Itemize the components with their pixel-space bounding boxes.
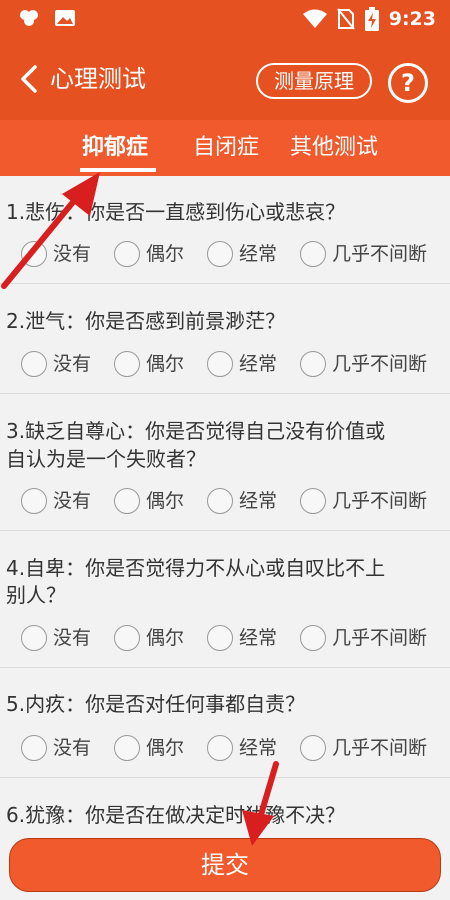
divider: [0, 393, 450, 394]
question-6-text: 6.犹豫：你是否在做决定时犹豫不决？: [6, 803, 346, 827]
option-label: 几乎不间断: [332, 737, 428, 759]
divider: [0, 283, 450, 284]
q4-option-almost-constant[interactable]: 几乎不间断: [300, 625, 427, 651]
option-label: 没有: [53, 353, 92, 375]
radio-button[interactable]: [114, 241, 140, 267]
question-4-text-line2: 别人？: [6, 583, 66, 607]
option-label: 经常: [239, 353, 278, 375]
q5-option-occasionally[interactable]: 偶尔: [114, 735, 184, 761]
radio-button[interactable]: [114, 625, 140, 651]
q3-option-often[interactable]: 经常: [207, 488, 277, 514]
q1-option-almost-constant[interactable]: 几乎不间断: [300, 241, 427, 267]
tab-depression[interactable]: 抑郁症: [82, 134, 148, 162]
no-sim-icon: [336, 8, 355, 30]
q5-option-almost-constant[interactable]: 几乎不间断: [300, 735, 427, 761]
radio-button[interactable]: [21, 488, 47, 514]
divider: [0, 530, 450, 531]
measurement-principle-button[interactable]: 测量原理: [256, 63, 372, 99]
radio-button[interactable]: [207, 625, 233, 651]
option-label: 几乎不间断: [332, 627, 428, 649]
radio-button[interactable]: [21, 625, 47, 651]
q1-option-often[interactable]: 经常: [207, 241, 277, 267]
q2-option-often[interactable]: 经常: [207, 351, 277, 377]
radio-button[interactable]: [21, 351, 47, 377]
option-label: 经常: [239, 627, 278, 649]
radio-button[interactable]: [207, 351, 233, 377]
option-label: 偶尔: [146, 737, 185, 759]
question-1-text: 1.悲伤：你是否一直感到伤心或悲哀？: [6, 200, 346, 224]
option-label: 没有: [53, 490, 92, 512]
option-label: 没有: [53, 243, 92, 265]
option-label: 经常: [239, 490, 278, 512]
q4-option-often[interactable]: 经常: [207, 625, 277, 651]
option-label: 偶尔: [146, 490, 185, 512]
radio-button[interactable]: [207, 241, 233, 267]
q5-option-none[interactable]: 没有: [21, 735, 91, 761]
radio-button[interactable]: [21, 241, 47, 267]
active-tab-indicator: [80, 168, 156, 172]
chevron-left-icon: [21, 65, 37, 93]
status-left: [18, 8, 76, 28]
radio-button[interactable]: [21, 735, 47, 761]
option-label: 偶尔: [146, 243, 185, 265]
radio-button[interactable]: [114, 735, 140, 761]
q4-option-none[interactable]: 没有: [21, 625, 91, 651]
help-button[interactable]: ?: [388, 63, 428, 103]
image-icon: [55, 10, 75, 26]
option-label: 几乎不间断: [332, 353, 428, 375]
question-3-text: 3.缺乏自尊心：你是否觉得自己没有价值或: [6, 419, 386, 443]
divider: [0, 777, 450, 778]
radio-button[interactable]: [207, 735, 233, 761]
radio-button[interactable]: [114, 488, 140, 514]
question-list[interactable]: 1.悲伤：你是否一直感到伤心或悲哀？ 没有 偶尔 经常 几乎不间断 2.泄气：你…: [0, 176, 450, 840]
option-label: 经常: [239, 243, 278, 265]
question-3-text-line2: 自认为是一个失败者？: [6, 447, 206, 471]
q1-option-occasionally[interactable]: 偶尔: [114, 241, 184, 267]
option-label: 几乎不间断: [332, 243, 428, 265]
option-label: 偶尔: [146, 353, 185, 375]
q1-option-none[interactable]: 没有: [21, 241, 91, 267]
q5-option-often[interactable]: 经常: [207, 735, 277, 761]
radio-button[interactable]: [114, 351, 140, 377]
page-title: 心理测试: [50, 65, 146, 93]
q4-option-occasionally[interactable]: 偶尔: [114, 625, 184, 651]
app-bar: 心理测试 测量原理 ?: [0, 38, 450, 120]
radio-button[interactable]: [300, 351, 326, 377]
question-5-text: 5.内疚：你是否对任何事都自责？: [6, 692, 306, 716]
status-bar: 9:23: [0, 0, 450, 38]
q2-option-almost-constant[interactable]: 几乎不间断: [300, 351, 427, 377]
tab-autism[interactable]: 自闭症: [193, 134, 259, 162]
wifi-icon: [302, 9, 327, 28]
q2-option-none[interactable]: 没有: [21, 351, 91, 377]
option-label: 偶尔: [146, 627, 185, 649]
status-time: 9:23: [388, 8, 436, 30]
tab-bar: 抑郁症 自闭症 其他测试: [0, 120, 450, 176]
q3-option-none[interactable]: 没有: [21, 488, 91, 514]
radio-button[interactable]: [207, 488, 233, 514]
q3-option-almost-constant[interactable]: 几乎不间断: [300, 488, 427, 514]
option-label: 没有: [53, 737, 92, 759]
tab-other-tests[interactable]: 其他测试: [290, 134, 378, 162]
q3-option-occasionally[interactable]: 偶尔: [114, 488, 184, 514]
radio-button[interactable]: [300, 735, 326, 761]
battery-charging-icon: [364, 7, 379, 31]
back-button[interactable]: [18, 62, 42, 96]
radio-button[interactable]: [300, 625, 326, 651]
option-label: 几乎不间断: [332, 490, 428, 512]
status-right: 9:23: [302, 6, 436, 32]
question-4-text: 4.自卑：你是否觉得力不从心或自叹比不上: [6, 556, 386, 580]
radio-button[interactable]: [300, 488, 326, 514]
submit-button[interactable]: 提交: [9, 838, 441, 892]
divider: [0, 667, 450, 668]
notification-icon: [20, 10, 38, 26]
option-label: 没有: [53, 627, 92, 649]
q2-option-occasionally[interactable]: 偶尔: [114, 351, 184, 377]
question-2-text: 2.泄气：你是否感到前景渺茫？: [6, 309, 286, 333]
radio-button[interactable]: [300, 241, 326, 267]
option-label: 经常: [239, 737, 278, 759]
